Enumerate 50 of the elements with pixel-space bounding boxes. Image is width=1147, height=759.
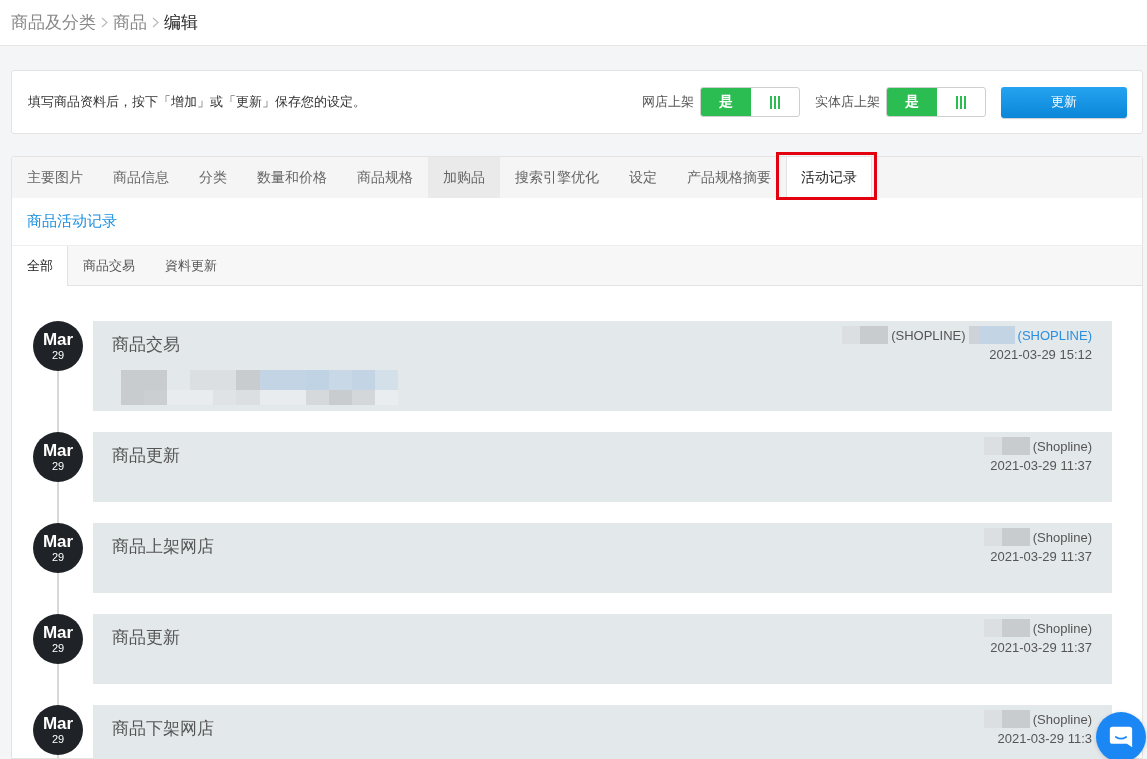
chevron-right-icon bbox=[101, 17, 108, 28]
filter-tab[interactable]: 商品交易 bbox=[68, 246, 150, 286]
activity-title: 商品上架网店 bbox=[112, 537, 214, 557]
date-month: Mar bbox=[42, 623, 74, 642]
activity-title: 商品交易 bbox=[112, 335, 180, 355]
tab[interactable]: 商品信息 bbox=[98, 157, 184, 198]
tab[interactable]: 设定 bbox=[614, 157, 672, 198]
tab[interactable]: 产品规格摘要 bbox=[672, 157, 786, 198]
activity-time: 2021-03-29 15:12 bbox=[989, 346, 1092, 364]
filter-tab[interactable]: 全部 bbox=[12, 246, 68, 286]
tab[interactable]: 数量和价格 bbox=[242, 157, 342, 198]
date-month: Mar bbox=[42, 714, 74, 733]
tab[interactable]: 搜索引擎优化 bbox=[500, 157, 614, 198]
date-day: 29 bbox=[51, 459, 65, 473]
date-month: Mar bbox=[42, 441, 74, 460]
author-org: (Shopline) bbox=[1032, 529, 1092, 545]
chevron-right-icon bbox=[152, 17, 159, 28]
author-org: (Shopline) bbox=[1032, 711, 1092, 727]
activity-time: 2021-03-29 11:37 bbox=[990, 639, 1092, 657]
tab[interactable]: 加购品 bbox=[428, 157, 500, 198]
toggle-label: 网店上架 bbox=[642, 93, 694, 111]
tab[interactable]: 主要图片 bbox=[12, 157, 98, 198]
date-day: 29 bbox=[51, 550, 65, 564]
date-month: Mar bbox=[42, 532, 74, 551]
toggle-label: 实体店上架 bbox=[815, 93, 880, 111]
update-button[interactable]: 更新 bbox=[1001, 86, 1127, 118]
activity-title: 商品更新 bbox=[112, 446, 180, 466]
breadcrumb-link[interactable]: 编辑 bbox=[164, 11, 198, 34]
tab[interactable]: 商品规格 bbox=[342, 157, 428, 198]
activity-time: 2021-03-29 11:37 bbox=[990, 457, 1092, 475]
notice-text: 填写商品资料后，按下「增加」或「更新」保存您的设定。 bbox=[28, 93, 367, 111]
date-month: Mar bbox=[42, 330, 74, 349]
filter-tab[interactable]: 資料更新 bbox=[150, 246, 232, 286]
author-org: (Shopline) bbox=[1032, 620, 1092, 636]
tab[interactable]: 分类 bbox=[184, 157, 242, 198]
activity-title: 商品更新 bbox=[112, 628, 180, 648]
date-day: 29 bbox=[51, 348, 65, 362]
grip-icon bbox=[770, 95, 780, 109]
activity-time: 2021-03-29 11:37 bbox=[990, 548, 1092, 566]
date-day: 29 bbox=[51, 732, 65, 746]
author-org: (Shopline) bbox=[1032, 438, 1092, 454]
chat-icon bbox=[1109, 725, 1133, 749]
section-title: 商品活动记录 bbox=[26, 211, 118, 231]
grip-icon bbox=[956, 95, 966, 109]
author-org: (SHOPLINE) bbox=[891, 327, 966, 343]
breadcrumb-link[interactable]: 商品及分类 bbox=[11, 11, 96, 34]
activity-time: 2021-03-29 11:3 bbox=[997, 730, 1092, 748]
date-day: 29 bbox=[51, 641, 65, 655]
breadcrumb-link[interactable]: 商品 bbox=[113, 11, 147, 34]
activity-title: 商品下架网店 bbox=[112, 719, 214, 739]
